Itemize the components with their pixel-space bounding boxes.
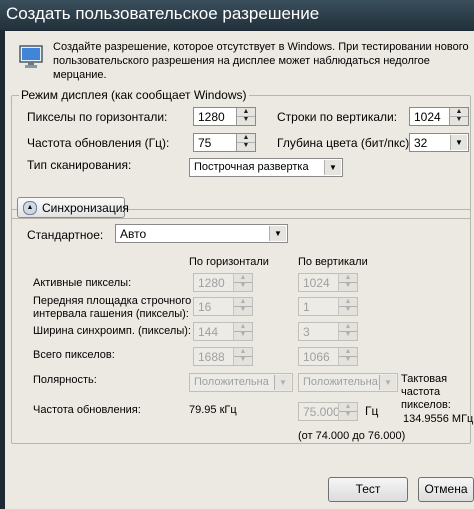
width-h-value: 144: [198, 325, 219, 339]
standard-value: Авто: [120, 227, 147, 241]
chevron-down-icon: ▼: [324, 160, 341, 175]
spin-down-icon[interactable]: ▼: [339, 356, 357, 364]
window-title: Создать пользовательское разрешение: [6, 4, 320, 23]
chevron-down-icon: ▼: [450, 135, 467, 150]
spin-down-icon[interactable]: ▼: [339, 331, 357, 339]
sync-toggle-button[interactable]: ▲ Синхронизация: [17, 197, 129, 218]
polarity-v-value: Положительна: [303, 376, 378, 388]
v-lines-spinner[interactable]: 1024 ▲ ▼: [409, 107, 469, 126]
polarity-h-select[interactable]: Положительна ▼: [189, 373, 293, 392]
polarity-h-value: Положительна: [194, 376, 269, 388]
refresh-unit: Гц: [365, 404, 379, 418]
active-v-spinner[interactable]: 1024 ▲ ▼: [298, 273, 358, 292]
total-pixels-label: Всего пикселов:: [33, 349, 115, 361]
scan-type-value: Построчная развертка: [194, 161, 309, 173]
dialog-body: Создайте разрешение, которое отсутствует…: [5, 31, 474, 509]
porch-h-value: 16: [198, 300, 212, 314]
intro-line-1: Создайте разрешение, которое отсутствует…: [53, 41, 469, 53]
sync-refresh-label: Частота обновления:: [33, 404, 141, 416]
h-pixels-value: 1280: [198, 110, 225, 124]
horizontal-frequency-value: 79.95 кГц: [189, 404, 237, 416]
width-h-spinner[interactable]: 144 ▲ ▼: [193, 322, 253, 341]
refresh-range: (от 74.000 до 76.000): [298, 430, 406, 442]
polarity-label: Полярность:: [33, 374, 97, 386]
spin-down-icon[interactable]: ▼: [234, 306, 252, 314]
refresh-spinner[interactable]: 75 ▲ ▼: [193, 133, 256, 152]
h-pixels-spinner[interactable]: 1280 ▲ ▼: [193, 107, 256, 126]
chevron-up-icon: ▲: [23, 201, 37, 215]
refresh-label: Частота обновления (Гц):: [27, 136, 170, 150]
col-horizontal-header: По горизонтали: [189, 256, 269, 268]
sync-refresh-spinner[interactable]: 75.000 ▲ ▼: [298, 402, 358, 421]
pixel-clock-label-1: Тактовая: [401, 373, 448, 385]
front-porch-label-2: интервала гашения (пикселы):: [33, 308, 189, 320]
pixel-clock-label-2: частота: [401, 386, 441, 398]
width-v-value: 3: [303, 325, 310, 339]
width-v-spinner[interactable]: 3 ▲ ▼: [298, 322, 358, 341]
porch-h-spinner[interactable]: 16 ▲ ▼: [193, 297, 253, 316]
total-h-spinner[interactable]: 1688 ▲ ▼: [193, 347, 253, 366]
polarity-v-select[interactable]: Положительна ▼: [298, 373, 398, 392]
chevron-down-icon: ▼: [274, 375, 291, 390]
spin-down-icon[interactable]: ▼: [339, 282, 357, 290]
col-vertical-header: По вертикали: [298, 256, 368, 268]
porch-v-value: 1: [303, 300, 310, 314]
display-mode-group-label: Режим дисплея (как сообщает Windows): [19, 88, 249, 102]
standard-label: Стандартное:: [27, 228, 104, 242]
sync-toggle-label: Синхронизация: [42, 201, 129, 215]
front-porch-label-1: Передняя площадка строчного: [33, 295, 192, 307]
v-lines-label: Строки по вертикали:: [277, 110, 398, 124]
spin-down-icon[interactable]: ▼: [237, 116, 255, 124]
spin-down-icon[interactable]: ▼: [234, 356, 252, 364]
h-pixels-label: Пикселы по горизонтали:: [27, 110, 168, 124]
color-depth-label: Глубина цвета (бит/пкс):: [277, 136, 413, 150]
v-lines-value: 1024: [414, 110, 441, 124]
active-h-spinner[interactable]: 1280 ▲ ▼: [193, 273, 253, 292]
sync-refresh-value: 75.000: [303, 405, 340, 419]
spin-down-icon[interactable]: ▼: [234, 282, 252, 290]
spin-down-icon[interactable]: ▼: [234, 331, 252, 339]
test-button[interactable]: Тест: [328, 477, 408, 502]
spin-down-icon[interactable]: ▼: [339, 306, 357, 314]
total-v-value: 1066: [303, 350, 330, 364]
chevron-down-icon: ▼: [269, 226, 286, 241]
cancel-button[interactable]: Отмена: [418, 477, 474, 502]
scan-type-select[interactable]: Построчная развертка ▼: [189, 158, 343, 177]
total-h-value: 1688: [198, 350, 225, 364]
active-h-value: 1280: [198, 276, 225, 290]
spin-down-icon[interactable]: ▼: [450, 116, 468, 124]
monitor-icon: [18, 44, 44, 70]
intro-line-2: пользовательского разрешения на дисплее …: [53, 55, 430, 67]
color-depth-select[interactable]: 32 ▼: [409, 133, 469, 152]
spin-down-icon[interactable]: ▼: [339, 411, 357, 419]
porch-v-spinner[interactable]: 1 ▲ ▼: [298, 297, 358, 316]
color-depth-value: 32: [414, 136, 428, 150]
pixel-clock-value: 134.9556 МГц: [403, 413, 474, 425]
total-v-spinner[interactable]: 1066 ▲ ▼: [298, 347, 358, 366]
title-bar: Создать пользовательское разрешение: [0, 0, 474, 30]
refresh-value: 75: [198, 136, 212, 150]
standard-select[interactable]: Авто ▼: [115, 224, 288, 243]
sync-width-label: Ширина синхроимп. (пикселы):: [33, 325, 191, 337]
spin-down-icon[interactable]: ▼: [237, 142, 255, 150]
active-pixels-label: Активные пикселы:: [33, 277, 132, 289]
intro-line-3: мерцание.: [53, 69, 107, 81]
scan-type-label: Тип сканирования:: [27, 158, 132, 172]
active-v-value: 1024: [303, 276, 330, 290]
chevron-down-icon: ▼: [379, 375, 396, 390]
pixel-clock-label-3: пикселов:: [401, 399, 451, 411]
